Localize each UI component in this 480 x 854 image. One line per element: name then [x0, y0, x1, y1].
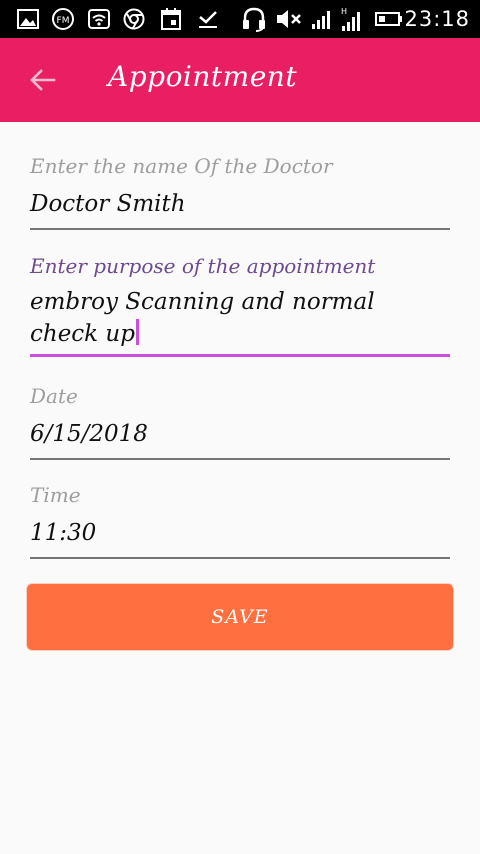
status-time: 23:18 [404, 7, 470, 31]
purpose-input[interactable]: embroy Scanning and normal check up [30, 286, 450, 350]
doctor-name-input[interactable]: Doctor Smith [30, 188, 450, 220]
doctor-name-field[interactable]: Enter the name Of the Doctor Doctor Smit… [30, 154, 450, 230]
mute-icon [274, 6, 304, 32]
date-underline [30, 458, 450, 460]
purpose-field[interactable]: Enter purpose of the appointment embroy … [30, 254, 450, 357]
battery-icon [374, 6, 404, 32]
image-icon [16, 6, 40, 32]
headset-icon [240, 6, 268, 32]
svg-text:H: H [341, 7, 347, 16]
wifi-icon [88, 6, 110, 32]
svg-text:FM: FM [57, 16, 70, 26]
doctor-name-label: Enter the name Of the Doctor [30, 154, 333, 178]
purpose-label: Enter purpose of the appointment [30, 254, 376, 278]
status-bar: FM H 23:18 [0, 0, 480, 38]
time-underline [30, 557, 450, 559]
download-done-icon [196, 6, 220, 32]
text-cursor [135, 319, 139, 345]
time-field[interactable]: Time 11:30 [30, 483, 450, 559]
signal-h-icon: H [338, 6, 364, 32]
save-button[interactable]: SAVE [26, 583, 454, 651]
time-label: Time [30, 483, 81, 507]
calendar-icon [160, 6, 182, 32]
chrome-icon [122, 6, 146, 32]
time-input[interactable]: 11:30 [30, 517, 450, 549]
date-field[interactable]: Date 6/15/2018 [30, 384, 450, 460]
signal-icon [310, 6, 334, 32]
page-title: Appointment [108, 60, 298, 93]
purpose-underline [30, 354, 450, 357]
date-label: Date [30, 384, 78, 408]
arrow-back-icon [30, 69, 56, 91]
fm-radio-icon: FM [50, 6, 76, 32]
back-button[interactable] [22, 62, 62, 98]
date-input[interactable]: 6/15/2018 [30, 418, 450, 450]
purpose-value: embroy Scanning and normal check up [30, 289, 375, 347]
doctor-name-underline [30, 228, 450, 230]
app-bar: Appointment [0, 38, 480, 122]
